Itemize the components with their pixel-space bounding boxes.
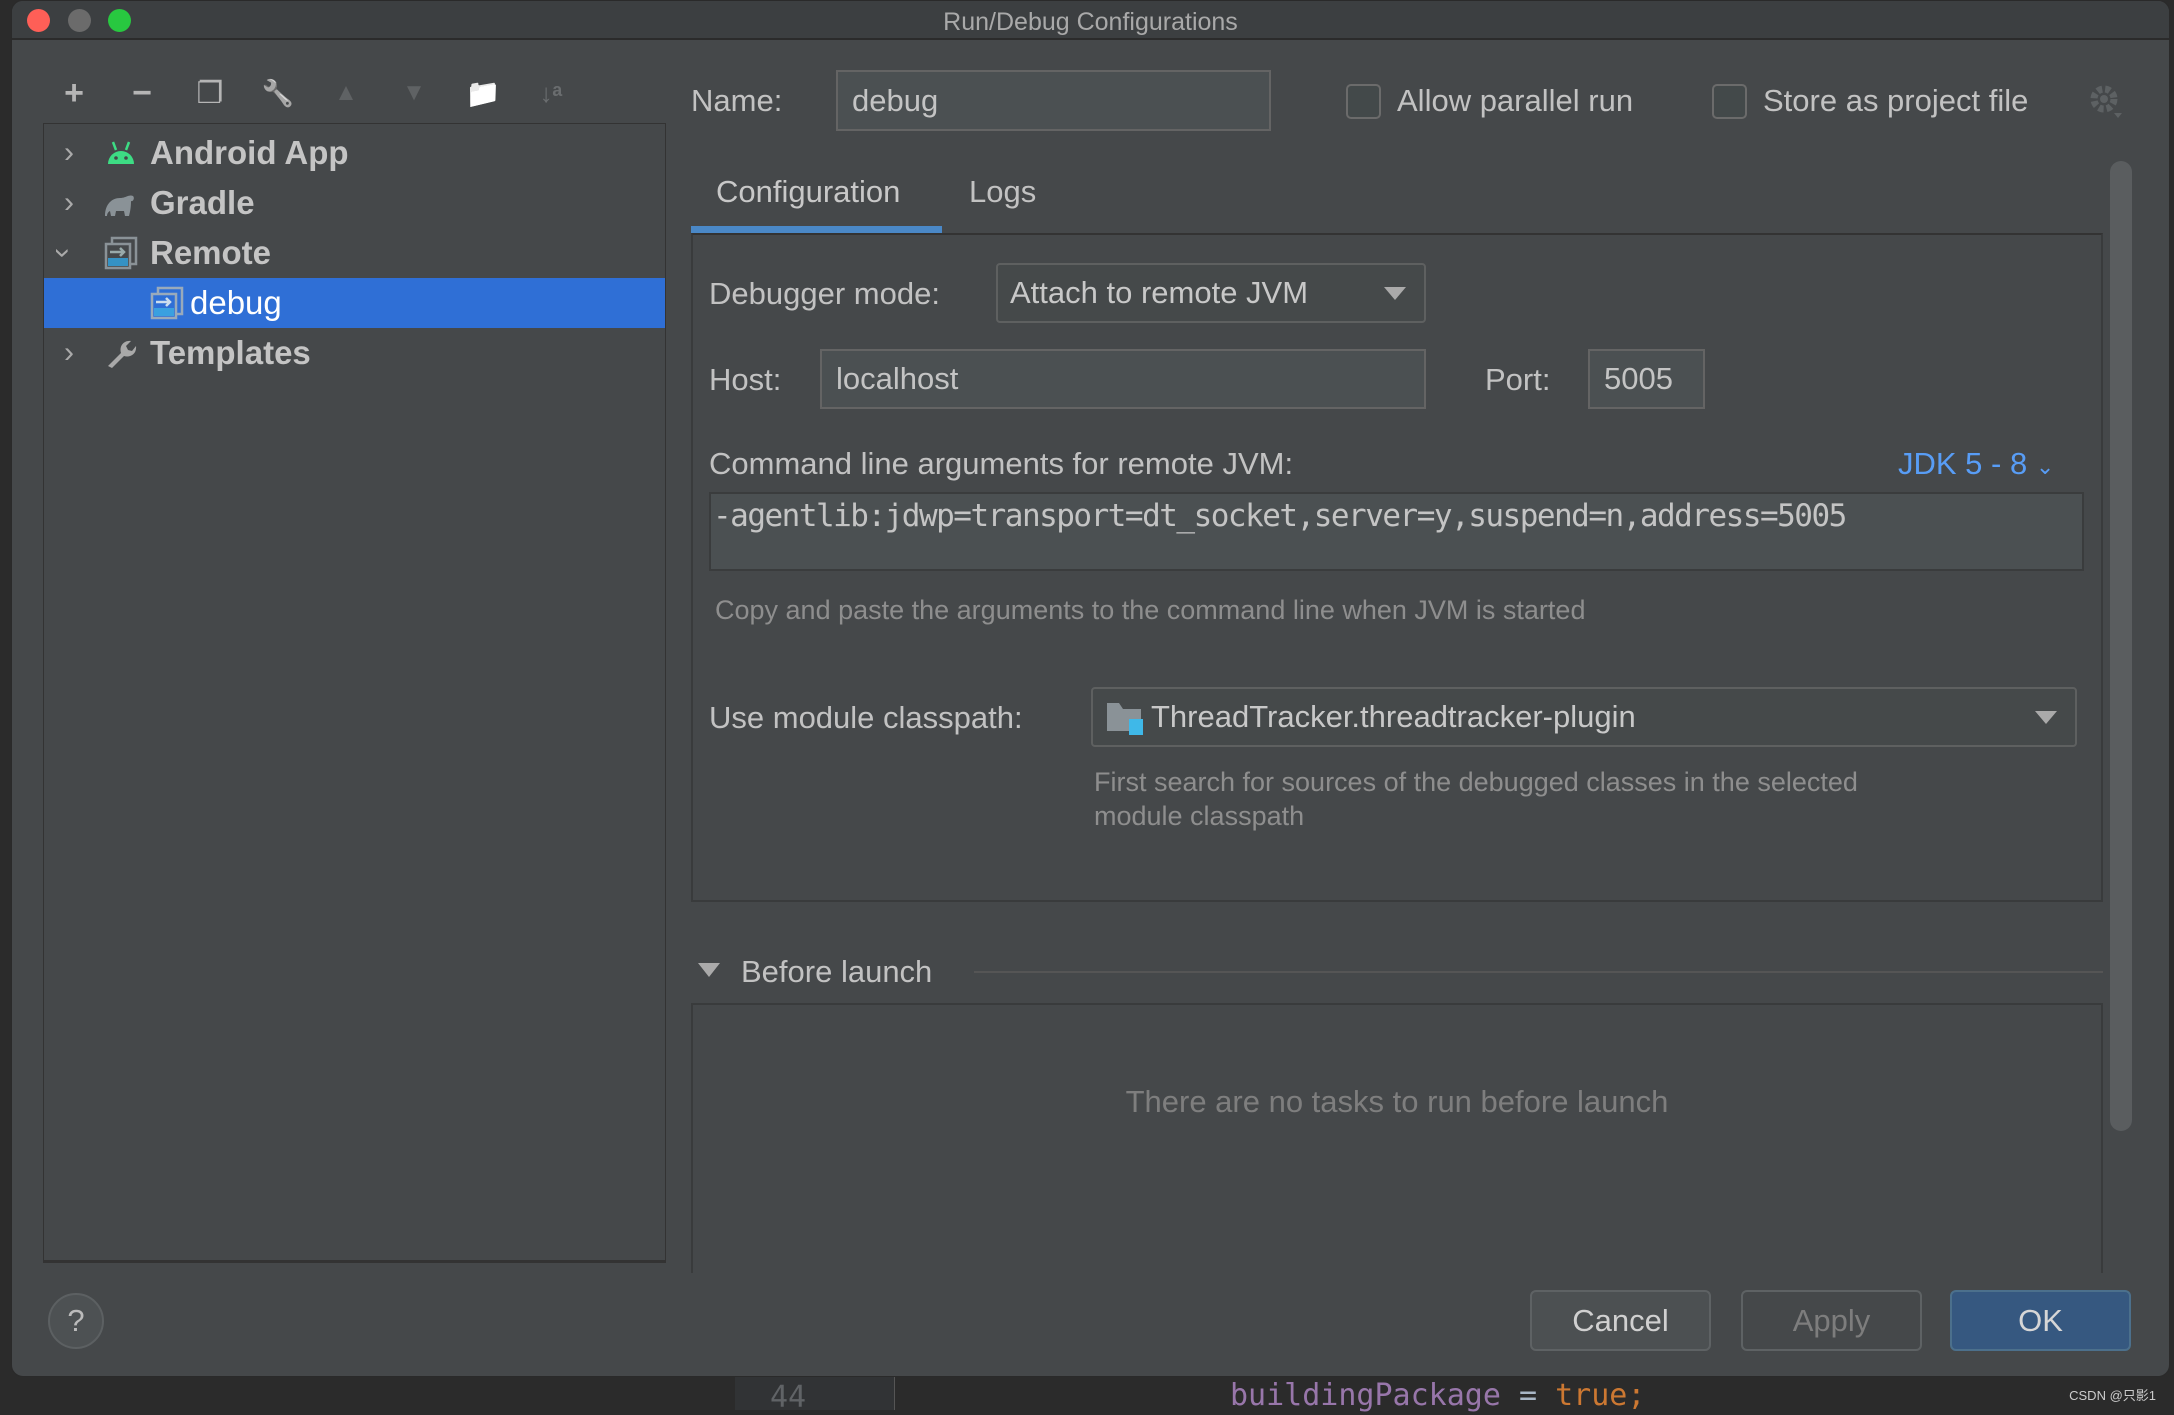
- android-icon: [108, 141, 134, 164]
- tree-item-templates[interactable]: › Templates: [44, 328, 665, 378]
- debugger-mode-label: Debugger mode:: [709, 276, 940, 311]
- editor-gutter: [735, 1377, 895, 1410]
- sort-alpha-icon[interactable]: ↓ᵃ: [531, 73, 571, 113]
- wrench-icon: [108, 340, 137, 368]
- add-icon[interactable]: +: [54, 73, 94, 113]
- tree-item-debug[interactable]: debug: [44, 278, 665, 328]
- tree-item-label: Android App: [150, 134, 349, 171]
- module-classpath-select[interactable]: ThreadTracker.threadtracker-plugin: [1091, 687, 2077, 747]
- editor-background: [0, 1377, 2174, 1410]
- chevron-right-icon[interactable]: ›: [64, 336, 74, 370]
- gradle-elephant-icon: [105, 195, 134, 216]
- module-classpath-label: Use module classpath:: [709, 700, 1023, 735]
- tree-item-remote[interactable]: › Remote: [44, 228, 665, 278]
- allow-parallel-label[interactable]: Allow parallel run: [1397, 83, 1633, 119]
- watermark: CSDN @只影1: [2069, 1388, 2156, 1403]
- dropdown-arrow-icon: [2035, 710, 2057, 724]
- collapse-triangle-icon[interactable]: [698, 963, 720, 977]
- tree-item-label: Remote: [150, 234, 272, 271]
- tree-item-label: Templates: [150, 334, 311, 371]
- help-button[interactable]: ?: [48, 1293, 104, 1349]
- remove-icon[interactable]: −: [122, 73, 162, 113]
- window-title: Run/Debug Configurations: [943, 8, 1238, 36]
- cmd-args-textarea[interactable]: -agentlib:jdwp=transport=dt_socket,serve…: [709, 492, 2084, 571]
- tree-item-label: Gradle: [150, 184, 255, 221]
- gear-icon[interactable]: [2088, 83, 2124, 119]
- name-label: Name:: [691, 83, 783, 118]
- cancel-button[interactable]: Cancel: [1530, 1290, 1711, 1351]
- ok-button[interactable]: OK: [1950, 1290, 2131, 1351]
- port-input[interactable]: 5005: [1588, 349, 1705, 409]
- configuration-tree: › Android App › Gradle › Remote debug › …: [43, 123, 666, 1263]
- move-up-icon[interactable]: ▲: [326, 73, 366, 113]
- separator: [974, 971, 2103, 973]
- copy-icon[interactable]: ❐: [190, 73, 230, 113]
- tab-logs[interactable]: Logs: [969, 174, 1036, 210]
- name-input[interactable]: debug: [836, 70, 1271, 131]
- cmd-args-hint: Copy and paste the arguments to the comm…: [715, 595, 1586, 625]
- debugger-mode-value: Attach to remote JVM: [1010, 275, 1309, 310]
- before-launch-empty-text: There are no tasks to run before launch: [1125, 1084, 1669, 1119]
- tree-item-gradle[interactable]: › Gradle: [44, 178, 665, 228]
- code-var: buildingPackage: [1230, 1378, 1501, 1413]
- module-folder-icon: [1107, 703, 1143, 735]
- tab-configuration[interactable]: Configuration: [716, 174, 900, 210]
- wrench-icon[interactable]: 🔧: [258, 73, 298, 113]
- allow-parallel-checkbox[interactable]: [1346, 84, 1381, 119]
- tree-item-label: debug: [190, 284, 282, 321]
- chevron-down-icon[interactable]: ›: [46, 248, 80, 258]
- chevron-right-icon[interactable]: ›: [64, 136, 74, 170]
- tree-item-android-app[interactable]: › Android App: [44, 128, 665, 178]
- active-tab-indicator: [691, 226, 942, 233]
- module-classpath-value: ThreadTracker.threadtracker-plugin: [1151, 699, 1636, 734]
- store-project-label[interactable]: Store as project file: [1763, 83, 2028, 119]
- run-debug-dialog: Run/Debug Configurations + − ❐ 🔧 ▲ ▼ 📁 ↓…: [11, 0, 2170, 1377]
- title-bar: Run/Debug Configurations: [12, 1, 2169, 40]
- cmd-args-label: Command line arguments for remote JVM:: [709, 446, 1294, 481]
- jdk-version-text: JDK 5 - 8: [1898, 446, 2028, 481]
- remote-icon: [150, 286, 184, 320]
- host-label: Host:: [709, 362, 782, 397]
- code-val: true;: [1555, 1378, 1646, 1413]
- remote-icon: [104, 236, 138, 270]
- apply-button[interactable]: Apply: [1741, 1290, 1922, 1351]
- before-launch-title[interactable]: Before launch: [741, 954, 932, 990]
- code-op: =: [1500, 1378, 1556, 1413]
- before-launch-list: [691, 1003, 2103, 1273]
- vertical-scrollbar[interactable]: [2110, 161, 2132, 1131]
- host-input[interactable]: localhost: [820, 349, 1426, 409]
- new-folder-icon[interactable]: 📁: [463, 73, 503, 113]
- move-down-icon[interactable]: ▼: [394, 73, 434, 113]
- chevron-down-icon: ⌄: [2035, 454, 2055, 479]
- dropdown-arrow-icon: [1384, 286, 1406, 300]
- chevron-right-icon[interactable]: ›: [64, 186, 74, 220]
- debugger-mode-select[interactable]: Attach to remote JVM: [996, 263, 1426, 323]
- module-hint-line-2: module classpath: [1094, 801, 1305, 831]
- jdk-version-link[interactable]: JDK 5 - 8 ⌄: [1898, 446, 2054, 482]
- store-project-checkbox[interactable]: [1712, 84, 1747, 119]
- module-hint-line-1: First search for sources of the debugged…: [1094, 767, 1858, 797]
- code-line: buildingPackage = true;: [1230, 1378, 1645, 1413]
- port-label: Port:: [1485, 362, 1551, 397]
